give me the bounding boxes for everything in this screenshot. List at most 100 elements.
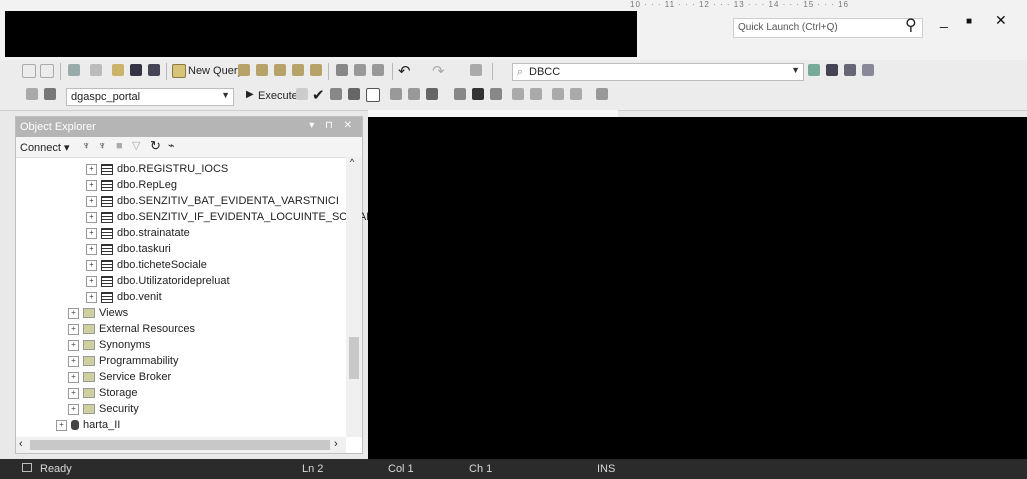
comment-lines-icon[interactable]: [512, 88, 524, 100]
table-node[interactable]: + dbo.strainatate: [56, 227, 346, 243]
folder-node[interactable]: + Programmability: [56, 355, 346, 371]
analysis-xmla-query-icon[interactable]: [292, 64, 304, 76]
database-node[interactable]: + harta_II: [56, 419, 346, 435]
table-node[interactable]: + dbo.REGISTRU_IOCS: [56, 163, 346, 179]
add-item-icon[interactable]: [90, 64, 102, 76]
expand-icon[interactable]: +: [56, 419, 67, 431]
results-to-file-icon[interactable]: [490, 88, 502, 100]
stop-icon[interactable]: ■: [116, 140, 123, 152]
tree-node-label: Synonyms: [99, 339, 151, 351]
horizontal-scrollbar[interactable]: ‹ ›: [16, 437, 346, 453]
available-databases-combo[interactable]: dgaspc_portal ▼: [66, 88, 234, 106]
results-to-text-icon[interactable]: [454, 88, 466, 100]
disconnect-icon[interactable]: ♆: [98, 140, 106, 152]
display-estimated-plan-icon[interactable]: [330, 88, 342, 100]
vertical-scrollbar[interactable]: ^: [346, 157, 362, 437]
toolbox-icon[interactable]: [844, 64, 856, 76]
paste-icon[interactable]: [372, 64, 384, 76]
increase-indent-icon[interactable]: [570, 88, 582, 100]
connect-icon[interactable]: [26, 88, 38, 100]
expand-icon[interactable]: +: [86, 275, 97, 287]
table-node[interactable]: + dbo.venit: [56, 291, 346, 307]
expand-icon[interactable]: +: [68, 355, 79, 367]
scroll-up-icon[interactable]: ^: [350, 157, 354, 167]
expand-icon[interactable]: +: [86, 211, 97, 223]
open-file-icon[interactable]: [112, 64, 124, 76]
expand-icon[interactable]: +: [86, 243, 97, 255]
properties-icon[interactable]: [826, 64, 838, 76]
find-in-files-icon[interactable]: [470, 64, 482, 76]
query-designer-icon[interactable]: [348, 88, 360, 100]
query-options-icon[interactable]: [366, 88, 380, 102]
quick-launch-input[interactable]: Quick Launch (Ctrl+Q): [733, 18, 923, 38]
database-engine-query-icon[interactable]: [238, 64, 250, 76]
folder-node[interactable]: + Synonyms: [56, 339, 346, 355]
filter-icon[interactable]: ▽: [132, 139, 140, 152]
folder-node[interactable]: + Service Broker: [56, 371, 346, 387]
include-live-statistics-icon[interactable]: [426, 88, 438, 100]
include-actual-plan-icon[interactable]: [408, 88, 420, 100]
panel-window-buttons[interactable]: ▾ ⊓ ✕: [309, 120, 356, 131]
table-node[interactable]: + dbo.ticheteSociale: [56, 259, 346, 275]
expand-icon[interactable]: +: [68, 323, 79, 335]
stop-icon[interactable]: [296, 88, 308, 100]
expand-icon[interactable]: +: [86, 227, 97, 239]
intellisense-icon[interactable]: [390, 88, 402, 100]
back-icon[interactable]: [22, 64, 36, 78]
analysis-mdx-query-icon[interactable]: [256, 64, 268, 76]
folder-node[interactable]: + Views: [56, 307, 346, 323]
parse-icon[interactable]: ✔: [312, 86, 325, 104]
horizontal-scroll-thumb[interactable]: [30, 440, 330, 450]
undo-icon[interactable]: ↶: [398, 62, 411, 80]
object-combo[interactable]: ⌕ DBCC ▼: [512, 63, 804, 81]
redo-icon[interactable]: ↷: [432, 62, 445, 80]
search-icon[interactable]: ⚲: [905, 15, 917, 35]
solution-explorer-icon[interactable]: [808, 64, 820, 76]
tree-node-label: dbo.SENZITIV_IF_EVIDENTA_LOCUINTE_SOCIAL…: [117, 211, 376, 223]
close-button[interactable]: ✕: [995, 12, 1007, 29]
table-node[interactable]: + dbo.RepLeg: [56, 179, 346, 195]
specify-template-values-icon[interactable]: [596, 88, 608, 100]
minimize-button[interactable]: _: [940, 12, 948, 28]
connect-dropdown-button[interactable]: Connect ▾: [20, 141, 70, 154]
expand-icon[interactable]: +: [68, 387, 79, 399]
expand-icon[interactable]: +: [86, 291, 97, 303]
expand-icon[interactable]: +: [68, 307, 79, 319]
tree-node-label: dbo.strainatate: [117, 227, 190, 239]
output-window-icon[interactable]: [862, 64, 874, 76]
refresh-icon[interactable]: ↻: [150, 138, 161, 154]
expand-icon[interactable]: +: [68, 339, 79, 351]
table-node[interactable]: + dbo.SENZITIV_BAT_EVIDENTA_VARSTNICI: [56, 195, 346, 211]
dax-query-icon[interactable]: [310, 64, 322, 76]
save-all-icon[interactable]: [148, 64, 160, 76]
folder-node[interactable]: + Security: [56, 403, 346, 419]
expand-icon[interactable]: +: [86, 163, 97, 175]
uncomment-lines-icon[interactable]: [530, 88, 542, 100]
decrease-indent-icon[interactable]: [552, 88, 564, 100]
table-node[interactable]: + dbo.SENZITIV_IF_EVIDENTA_LOCUINTE_SOCIA…: [56, 211, 375, 227]
status-column: Col 1: [388, 463, 414, 475]
change-connection-icon[interactable]: [44, 88, 56, 100]
table-node[interactable]: + dbo.Utilizatoridepreluat: [56, 275, 346, 291]
save-icon[interactable]: [130, 64, 142, 76]
scroll-right-icon[interactable]: ›: [334, 438, 338, 450]
activity-monitor-icon[interactable]: ⌁: [168, 139, 175, 152]
maximize-button[interactable]: ■: [966, 16, 972, 27]
forward-icon[interactable]: [40, 64, 54, 78]
new-project-icon[interactable]: [68, 64, 80, 76]
expand-icon[interactable]: +: [68, 371, 79, 383]
folder-node[interactable]: + Storage: [56, 387, 346, 403]
results-to-grid-icon[interactable]: [472, 88, 484, 100]
expand-icon[interactable]: +: [86, 195, 97, 207]
scroll-left-icon[interactable]: ‹: [19, 438, 23, 450]
vertical-scroll-thumb[interactable]: [349, 337, 359, 379]
expand-icon[interactable]: +: [86, 179, 97, 191]
analysis-dmx-query-icon[interactable]: [274, 64, 286, 76]
cut-icon[interactable]: [336, 64, 348, 76]
folder-node[interactable]: + External Resources: [56, 323, 346, 339]
copy-icon[interactable]: [354, 64, 366, 76]
connect-icon[interactable]: ♆: [82, 140, 90, 152]
table-node[interactable]: + dbo.taskuri: [56, 243, 346, 259]
expand-icon[interactable]: +: [86, 259, 97, 271]
expand-icon[interactable]: +: [68, 403, 79, 415]
